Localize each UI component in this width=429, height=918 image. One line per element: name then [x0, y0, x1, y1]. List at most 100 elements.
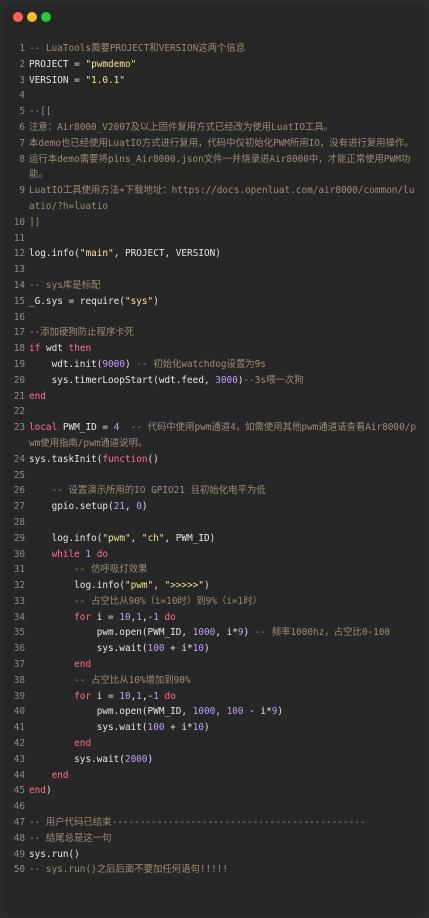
- code-line: 9 LuatIO工具使用方法+下载地址：https://docs.openluat…: [4, 183, 425, 215]
- comment-token: -- 用户代码已结束------------------------------…: [29, 817, 366, 829]
- line-number: 25: [13, 469, 25, 481]
- line-text: -- 用户代码已结束------------------------------…: [29, 815, 425, 831]
- line-number: 46: [13, 801, 25, 813]
- code-token: + i*: [164, 722, 193, 734]
- maximize-button[interactable]: [41, 12, 51, 22]
- line-text: for i = 10,1,-1 do: [29, 689, 425, 705]
- string-token: ">>>>>": [164, 580, 205, 592]
- code-token: ,: [124, 501, 137, 513]
- line-text: [29, 310, 425, 326]
- line-text: 运行本demo需要将pins_Air8000.json文件一并烧录进Air800…: [29, 152, 425, 184]
- code-token: + i*: [164, 643, 193, 655]
- code-token: ): [243, 627, 255, 639]
- comment-token: -- 频率1000hz，占空比0-100: [254, 627, 391, 639]
- code-token: ,-: [141, 611, 154, 623]
- line-text: [29, 468, 425, 484]
- line-text: local PWM_ID = 4 -- 代码中使用pwm通道4，如需使用其他pw…: [29, 420, 425, 452]
- line-number: 4: [19, 90, 25, 102]
- line-text: -- sys库是标配: [29, 278, 425, 294]
- code-line: 47 -- 用户代码已结束----------------------------…: [4, 815, 425, 831]
- code-token: log.info(: [29, 580, 125, 592]
- code-line: 16: [4, 310, 425, 326]
- code-line: 22: [4, 404, 425, 420]
- line-number: 43: [13, 753, 25, 765]
- code-token: sys.wait(: [29, 722, 148, 734]
- code-line: 15 _G.sys = require("sys"): [4, 294, 425, 310]
- code-line: 33 -- 占空比从90%（i=10时）到9%（i=1时）: [4, 594, 425, 610]
- code-token: PROJECT =: [29, 58, 86, 70]
- code-token: PWM_ID =: [57, 422, 114, 434]
- code-line: 44 end: [4, 768, 425, 784]
- code-line: 4: [4, 88, 425, 104]
- line-number: 39: [13, 690, 25, 702]
- line-text: [29, 404, 425, 420]
- code-line: 30 while 1 do: [4, 547, 425, 563]
- minimize-button[interactable]: [27, 12, 37, 22]
- string-token: "1.0.1": [85, 74, 125, 86]
- keyword-token: local: [29, 422, 58, 434]
- line-number: 48: [13, 832, 25, 844]
- comment-token: --3s喂一次狗: [243, 374, 304, 386]
- line-text: [29, 799, 425, 815]
- line-text: [29, 231, 425, 247]
- code-line: 31 -- 仿呼吸灯效果: [4, 562, 425, 578]
- string-token: "sys": [124, 295, 154, 307]
- code-line: 1 -- LuaTools需要PROJECT和VERSION这两个信息: [4, 41, 425, 57]
- line-text: end): [29, 783, 425, 799]
- code-token: sys.wait(: [29, 753, 125, 765]
- keyword-token: while: [51, 548, 80, 560]
- number-token: 2000: [124, 753, 148, 765]
- line-number: 12: [13, 248, 25, 260]
- code-token: , i*: [215, 627, 238, 639]
- line-text: sys.run(): [29, 847, 425, 863]
- code-line: 3 VERSION = "1.0.1": [4, 73, 425, 89]
- line-number: 24: [13, 453, 25, 465]
- code-line: 37 end: [4, 657, 425, 673]
- code-token: pwm.open(PWM_ID,: [29, 627, 193, 639]
- line-number: 21: [13, 390, 25, 402]
- code-line: 46: [4, 799, 425, 815]
- comment-token: ]]: [29, 216, 41, 228]
- line-number: 8: [19, 153, 25, 165]
- close-button[interactable]: [13, 12, 23, 22]
- line-number: 10: [13, 216, 25, 228]
- code-line: 27 gpio.setup(21, 0): [4, 499, 425, 515]
- code-line: 43 sys.wait(2000): [4, 752, 425, 768]
- line-text: -- 仿呼吸灯效果: [29, 562, 425, 578]
- comment-token: -- sys.run()之后后面不要加任何语句!!!!!: [29, 864, 229, 876]
- code-editor[interactable]: 1 -- LuaTools需要PROJECT和VERSION这两个信息 2 PROJE…: [4, 41, 425, 878]
- number-token: 100: [147, 722, 165, 734]
- code-line: 24 sys.taskInit(function(): [4, 452, 425, 468]
- line-number: 16: [13, 311, 25, 323]
- line-text: gpio.setup(21, 0): [29, 499, 425, 515]
- keyword-token: for: [74, 611, 92, 623]
- code-line: 29 log.info("pwm", "ch", PWM_ID): [4, 531, 425, 547]
- number-token: 9000: [102, 358, 125, 370]
- keyword-token: then: [68, 343, 92, 355]
- code-token: ,-: [141, 690, 154, 702]
- line-number: 19: [13, 358, 25, 370]
- line-text: for i = 10,1,-1 do: [29, 610, 425, 626]
- code-line: 14 -- sys库是标配: [4, 278, 425, 294]
- code-token: , PWM_ID): [164, 532, 216, 544]
- line-text: 注意：Air8000_V2007及以上固件复用方式已经改为使用LuatIO工具。: [29, 120, 425, 136]
- line-text: [29, 262, 425, 278]
- string-token: "pwm": [102, 532, 131, 544]
- code-line: 38 -- 占空比从10%增加到90%: [4, 673, 425, 689]
- line-number: 36: [13, 643, 25, 655]
- code-token: ): [124, 358, 137, 370]
- line-number: 20: [13, 374, 25, 386]
- code-line: 10]]: [4, 215, 425, 231]
- code-token: - i*: [243, 706, 272, 718]
- keyword-token: end: [29, 785, 46, 797]
- line-text: end: [29, 389, 425, 405]
- line-number: 6: [19, 121, 25, 133]
- comment-token: LuatIO工具使用方法+下载地址：https://docs.openluat.…: [29, 185, 415, 212]
- code-line: 40 pwm.open(PWM_ID, 1000, 100 - i*9): [4, 704, 425, 720]
- line-number: 31: [13, 564, 25, 576]
- line-text: sys.wait(2000): [29, 752, 425, 768]
- code-line: 48 -- 结尾总是这一句: [4, 831, 425, 847]
- line-number: 38: [13, 674, 25, 686]
